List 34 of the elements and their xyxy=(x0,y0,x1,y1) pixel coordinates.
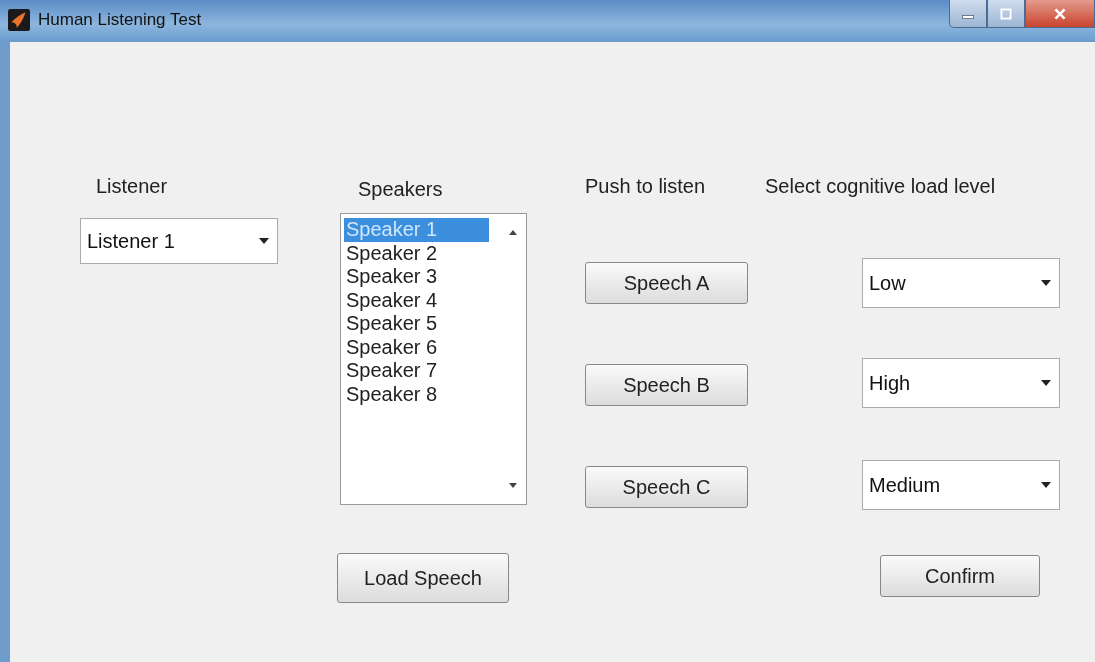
speaker-item[interactable]: Speaker 8 xyxy=(344,382,489,406)
speaker-item[interactable]: Speaker 2 xyxy=(344,241,489,265)
load-level-dropdown[interactable]: Medium xyxy=(862,460,1060,510)
speaker-item[interactable]: Speaker 7 xyxy=(344,359,489,383)
close-button[interactable] xyxy=(1025,0,1095,28)
speakers-label: Speakers xyxy=(358,178,444,201)
speech-button[interactable]: Speech A xyxy=(585,262,748,304)
scroll-up-icon[interactable] xyxy=(509,230,517,235)
app-icon xyxy=(8,9,30,31)
close-icon xyxy=(1052,7,1068,20)
maximize-button[interactable] xyxy=(987,0,1025,28)
maximize-icon xyxy=(998,7,1014,20)
load-speech-button[interactable]: Load Speech xyxy=(337,553,509,603)
speech-button[interactable]: Speech B xyxy=(585,364,748,406)
window-title: Human Listening Test xyxy=(38,10,202,30)
scroll-down-icon[interactable] xyxy=(509,483,517,488)
speaker-item[interactable]: Speaker 4 xyxy=(344,288,489,312)
caret-icon xyxy=(1041,280,1051,286)
speaker-item[interactable]: Speaker 5 xyxy=(344,312,489,336)
load-level-dropdown[interactable]: High xyxy=(862,358,1060,408)
load-level-dropdown[interactable]: Low xyxy=(862,258,1060,308)
speech-button[interactable]: Speech C xyxy=(585,466,748,508)
minimize-button[interactable] xyxy=(949,0,987,28)
listener-label: Listener xyxy=(96,175,169,198)
caret-icon xyxy=(1041,380,1051,386)
minimize-icon xyxy=(962,14,974,19)
caret-icon xyxy=(1041,482,1051,488)
listener-dropdown[interactable]: Listener 1 xyxy=(80,218,278,264)
speaker-item[interactable]: Speaker 6 xyxy=(344,335,489,359)
cognitive-load-label: Select cognitive load level xyxy=(765,175,997,198)
speaker-item[interactable]: Speaker 3 xyxy=(344,265,489,289)
confirm-button[interactable]: Confirm xyxy=(880,555,1040,597)
caret-icon xyxy=(259,238,269,244)
push-to-listen-label: Push to listen xyxy=(585,175,707,198)
